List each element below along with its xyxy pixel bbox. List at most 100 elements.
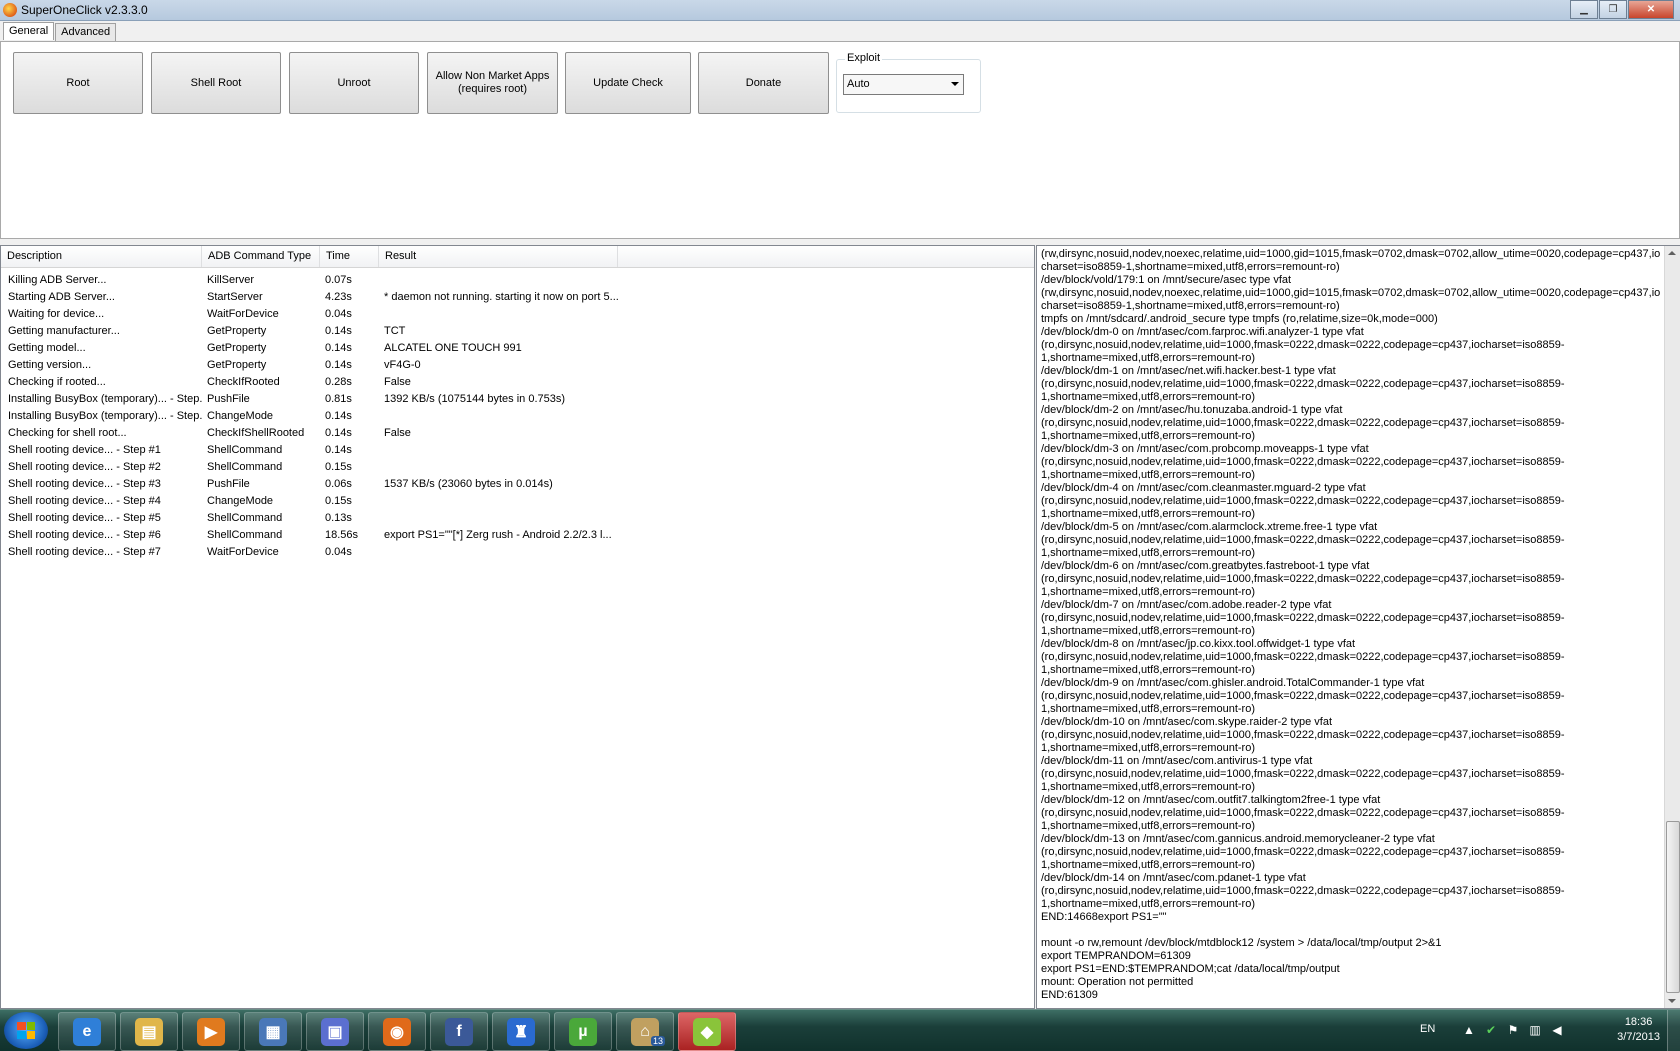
close-button[interactable]: ✕: [1628, 0, 1674, 19]
time-cell: 0.14s: [325, 325, 352, 337]
taskbar-button[interactable]: ▶: [182, 1012, 240, 1051]
description-cell: Checking if rooted...: [8, 376, 106, 388]
taskbar-button[interactable]: f: [430, 1012, 488, 1051]
command-type-cell: PushFile: [207, 393, 250, 405]
language-indicator[interactable]: EN: [1420, 1023, 1435, 1035]
time-cell: 0.14s: [325, 410, 352, 422]
tab-general[interactable]: General: [3, 22, 55, 40]
column-adb-command-type[interactable]: ADB Command Type: [202, 246, 320, 267]
result-cell: TCT: [384, 325, 406, 337]
taskbar-button[interactable]: ♜: [492, 1012, 550, 1051]
description-cell: Killing ADB Server...: [8, 274, 107, 286]
general-panel: Root Shell Root Unroot Allow Non Market …: [0, 41, 1680, 239]
table-row[interactable]: Shell rooting device... - Step #6 ShellCo…: [1, 527, 1034, 544]
command-type-cell: ChangeMode: [207, 495, 274, 507]
clock[interactable]: 18:36 3/7/2013: [1617, 1015, 1660, 1045]
table-row[interactable]: Shell rooting device... - Step #3 PushFil…: [1, 476, 1034, 493]
update-check-button[interactable]: Update Check: [565, 52, 691, 114]
result-cell: * daemon not running. starting it now on…: [384, 291, 619, 303]
ie-icon: e: [73, 1017, 101, 1046]
description-cell: Starting ADB Server...: [8, 291, 115, 303]
table-row[interactable]: Shell rooting device... - Step #2 ShellCo…: [1, 459, 1034, 476]
table-row[interactable]: Waiting for device... WaitForDevice 0.04s: [1, 306, 1034, 323]
command-type-cell: CheckIfShellRooted: [207, 427, 305, 439]
minimize-icon: ▁: [1580, 4, 1588, 15]
time-cell: 0.28s: [325, 376, 352, 388]
table-row[interactable]: Shell rooting device... - Step #1 ShellCo…: [1, 442, 1034, 459]
command-type-cell: PushFile: [207, 478, 250, 490]
title-bar: SuperOneClick v2.3.3.0 ▁ ❐ ✕: [0, 0, 1680, 21]
tab-advanced[interactable]: Advanced: [55, 23, 117, 41]
table-row[interactable]: Shell rooting device... - Step #4 ChangeM…: [1, 493, 1034, 510]
result-cell: vF4G-0: [384, 359, 421, 371]
taskbar-button[interactable]: e: [58, 1012, 116, 1051]
command-type-cell: StartServer: [207, 291, 263, 303]
command-type-cell: KillServer: [207, 274, 255, 286]
log-output[interactable]: (rw,dirsync,nosuid,nodev,noexec,relatime…: [1036, 245, 1680, 1009]
android-icon: ◆: [693, 1017, 721, 1046]
network-status-icon[interactable]: ▥: [1528, 1023, 1542, 1037]
time-cell: 0.14s: [325, 444, 352, 456]
log-scrollbar[interactable]: [1664, 246, 1680, 1008]
allow-non-market-apps-button[interactable]: Allow Non Market Apps (requires root): [427, 52, 558, 114]
time-cell: 0.13s: [325, 512, 352, 524]
taskbar-button[interactable]: ▦: [244, 1012, 302, 1051]
show-hidden-icons-icon[interactable]: ▲: [1462, 1023, 1476, 1037]
taskbar-button[interactable]: ◉: [368, 1012, 426, 1051]
root-button[interactable]: Root: [13, 52, 143, 114]
command-type-cell: GetProperty: [207, 325, 267, 337]
table-row[interactable]: Installing BusyBox (temporary)... - Step…: [1, 391, 1034, 408]
taskbar-button[interactable]: ▣: [306, 1012, 364, 1051]
table-row[interactable]: Installing BusyBox (temporary)... - Step…: [1, 408, 1034, 425]
scroll-thumb[interactable]: [1666, 821, 1680, 993]
windows-logo-icon: [17, 1022, 35, 1039]
column-time[interactable]: Time: [320, 246, 379, 267]
description-cell: Shell rooting device... - Step #6: [8, 529, 161, 541]
column-description[interactable]: Description: [1, 246, 202, 267]
scroll-up-icon[interactable]: [1668, 251, 1676, 255]
donate-button[interactable]: Donate: [698, 52, 829, 114]
result-cell: ALCATEL ONE TOUCH 991: [384, 342, 522, 354]
table-row[interactable]: Getting version... GetProperty 0.14s vF4G-0: [1, 357, 1034, 374]
description-cell: Getting version...: [8, 359, 92, 371]
unroot-button[interactable]: Unroot: [289, 52, 419, 114]
exploit-select[interactable]: Auto: [843, 74, 964, 95]
command-type-cell: ShellCommand: [207, 529, 283, 541]
sync-icon[interactable]: ✔: [1484, 1023, 1498, 1037]
action-center-flag-icon[interactable]: ⚑: [1506, 1023, 1520, 1037]
command-type-cell: ShellCommand: [207, 444, 283, 456]
command-type-cell: WaitForDevice: [207, 308, 279, 320]
table-row[interactable]: Starting ADB Server... StartServer 4.23s * …: [1, 289, 1034, 306]
show-desktop-button[interactable]: [1667, 1010, 1680, 1051]
table-row[interactable]: Getting manufacturer... GetProperty 0.14s T…: [1, 323, 1034, 340]
column-result[interactable]: Result: [379, 246, 618, 267]
table-row[interactable]: Shell rooting device... - Step #7 WaitFor…: [1, 544, 1034, 561]
taskbar-button[interactable]: µ: [554, 1012, 612, 1051]
table-row[interactable]: Checking for shell root... CheckIfShellRo…: [1, 425, 1034, 442]
exploit-value: Auto: [847, 78, 870, 90]
taskbar: e ▤ ▶ ▦ ▣ ◉ f ♜ µ ⌂ 13 ◆ EN ▲ ✔ ⚑ ▥ ◀ 18:36 3/7/201…: [0, 1009, 1680, 1051]
time-cell: 0.06s: [325, 478, 352, 490]
table-row[interactable]: Checking if rooted... CheckIfRooted 0.28s F…: [1, 374, 1034, 391]
log-text: (rw,dirsync,nosuid,nodev,noexec,relatime…: [1041, 248, 1661, 1001]
system-tray: EN ▲ ✔ ⚑ ▥ ◀ 18:36 3/7/2013: [1420, 1010, 1680, 1051]
app-icon: [3, 3, 17, 17]
table-row[interactable]: Killing ADB Server... KillServer 0.07s: [1, 272, 1034, 289]
scroll-down-icon[interactable]: [1668, 999, 1676, 1003]
clock-time: 18:36: [1624, 1016, 1653, 1028]
shell-root-button[interactable]: Shell Root: [151, 52, 281, 114]
start-button[interactable]: [4, 1012, 48, 1049]
minimize-button[interactable]: ▁: [1570, 0, 1598, 19]
maximize-button[interactable]: ❐: [1599, 0, 1627, 19]
taskbar-button[interactable]: ▤: [120, 1012, 178, 1051]
volume-icon[interactable]: ◀: [1550, 1023, 1564, 1037]
taskbar-button[interactable]: ⌂ 13: [616, 1012, 674, 1051]
table-row[interactable]: Shell rooting device... - Step #5 ShellCo…: [1, 510, 1034, 527]
taskbar-button[interactable]: ◆: [678, 1012, 736, 1051]
command-list[interactable]: Description ADB Command Type Time Result…: [0, 245, 1035, 1009]
list-rows: Killing ADB Server... KillServer 0.07s Star…: [1, 272, 1034, 561]
list-header: Description ADB Command Type Time Result: [1, 246, 1034, 268]
description-cell: Waiting for device...: [8, 308, 105, 320]
app-window-icon: ▣: [321, 1017, 349, 1046]
table-row[interactable]: Getting model... GetProperty 0.14s ALCATEL …: [1, 340, 1034, 357]
